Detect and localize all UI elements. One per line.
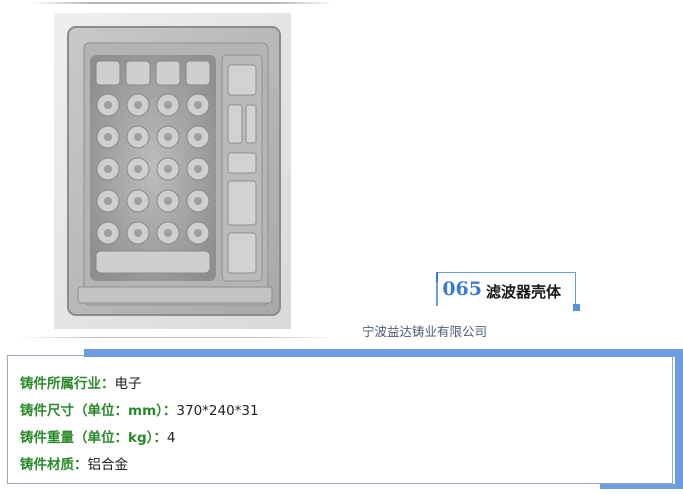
corner-square-icon	[573, 304, 580, 311]
product-photo	[54, 13, 291, 329]
spec-value-size: 370*240*31	[176, 403, 259, 419]
spec-value-industry: 电子	[114, 376, 142, 392]
spec-label-weight: 铸件重量（单位：kg）：	[20, 430, 167, 446]
spec-row-material: 铸件材质：铝合金	[20, 453, 128, 473]
spec-label-material: 铸件材质：	[20, 457, 88, 473]
spec-label-size: 铸件尺寸（单位：mm）：	[20, 403, 177, 419]
spec-label-industry: 铸件所属行业：	[20, 376, 115, 392]
top-divider	[30, 2, 335, 4]
spec-value-weight: 4	[166, 430, 176, 446]
frame-bar-right	[675, 349, 683, 489]
spec-row-weight: 铸件重量（单位：kg）：4	[20, 426, 176, 446]
product-title-box: 065 滤波器壳体	[436, 272, 580, 311]
spec-value-material: 铝合金	[87, 457, 129, 473]
frame-bar-bottom	[600, 484, 683, 489]
photo-divider	[18, 337, 338, 338]
product-name: 滤波器壳体	[486, 283, 562, 301]
product-number: 065	[442, 278, 482, 300]
spec-row-industry: 铸件所属行业：电子	[20, 372, 142, 392]
company-name: 宁波益达铸业有限公司	[362, 324, 488, 339]
casting-illustration	[54, 13, 291, 329]
specs-panel: 铸件所属行业：电子 铸件尺寸（单位：mm）：370*240*31 铸件重量（单位…	[7, 355, 673, 484]
frame-bar-top	[84, 349, 683, 357]
spec-row-size: 铸件尺寸（单位：mm）：370*240*31	[20, 399, 259, 419]
